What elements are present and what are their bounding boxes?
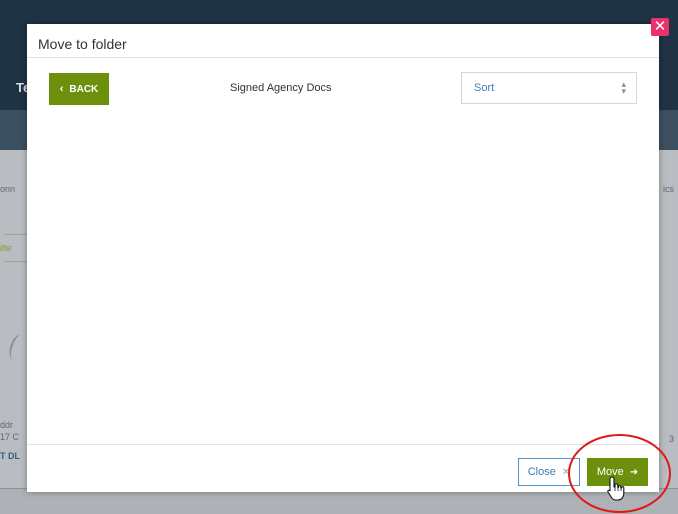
back-button-label: BACK	[69, 83, 99, 95]
current-folder-name: Signed Agency Docs	[230, 82, 332, 94]
bg-fragment: ilte	[0, 243, 12, 253]
back-button[interactable]: ‹ BACK	[49, 73, 109, 105]
bg-fragment: 3	[668, 434, 674, 444]
move-button[interactable]: Move ➜	[587, 458, 648, 486]
bg-signature-icon	[5, 333, 29, 363]
footer-divider	[27, 444, 659, 445]
bg-fragment: ddr	[0, 420, 14, 430]
bg-fragment: onn	[0, 184, 16, 194]
move-to-folder-dialog: Move to folder ‹ BACK Signed Agency Docs…	[27, 24, 659, 492]
sort-select[interactable]: Sort ▴ ▾	[461, 72, 637, 104]
bg-fragment: T DL	[0, 451, 20, 461]
dialog-close-x-icon[interactable]: ✕	[651, 18, 669, 36]
title-divider	[27, 57, 659, 58]
bg-fragment: ics	[663, 184, 674, 194]
close-button-label: Close	[527, 466, 556, 478]
updown-arrows-icon: ▴ ▾	[621, 79, 626, 96]
close-button[interactable]: Close ✕	[518, 458, 580, 486]
move-button-label: Move	[596, 466, 624, 478]
dialog-title: Move to folder	[38, 36, 127, 52]
sort-select-value: Sort	[474, 82, 495, 94]
chevron-left-icon: ‹	[59, 83, 64, 95]
close-icon: ✕	[561, 466, 571, 478]
arrow-right-icon: ➜	[629, 466, 639, 478]
bg-fragment: 17 C	[0, 432, 20, 442]
